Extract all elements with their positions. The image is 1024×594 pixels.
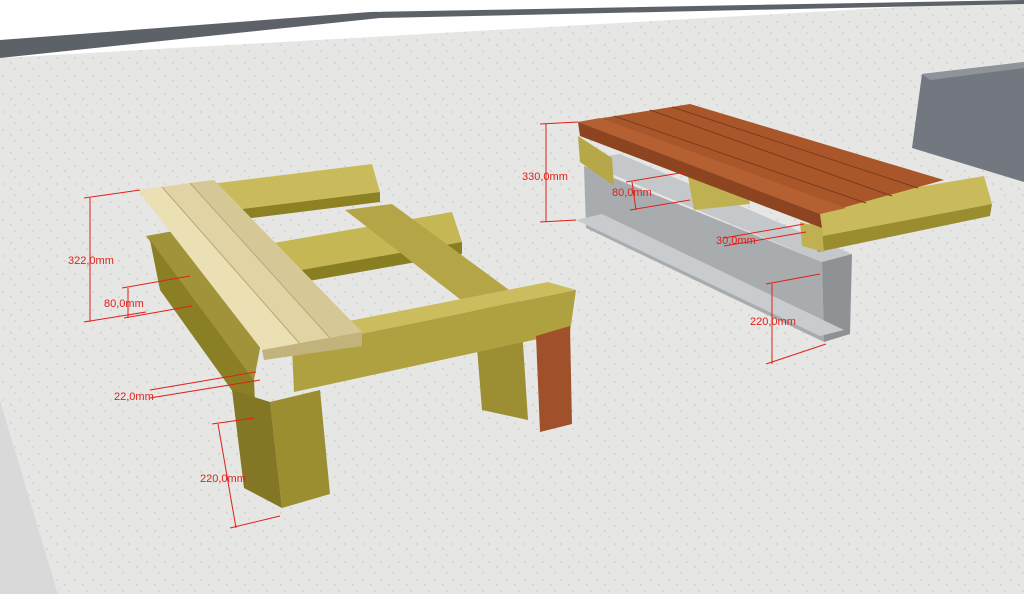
dim-label-322: 322,0mm [68, 255, 114, 267]
dim-label-30: 30,0mm [716, 235, 756, 247]
dim-label-22: 22,0mm [114, 391, 154, 403]
dim-label-220-left: 220,0mm [200, 473, 246, 485]
dim-label-330: 330,0mm [522, 171, 568, 183]
dim-label-80-right: 80,0mm [612, 187, 652, 199]
dim-label-220-right: 220,0mm [750, 316, 796, 328]
3d-model-viewport[interactable]: 322,0mm 80,0mm 22,0mm 220,0mm 330,0mm 80… [0, 0, 1024, 594]
dim-label-80: 80,0mm [104, 298, 144, 310]
